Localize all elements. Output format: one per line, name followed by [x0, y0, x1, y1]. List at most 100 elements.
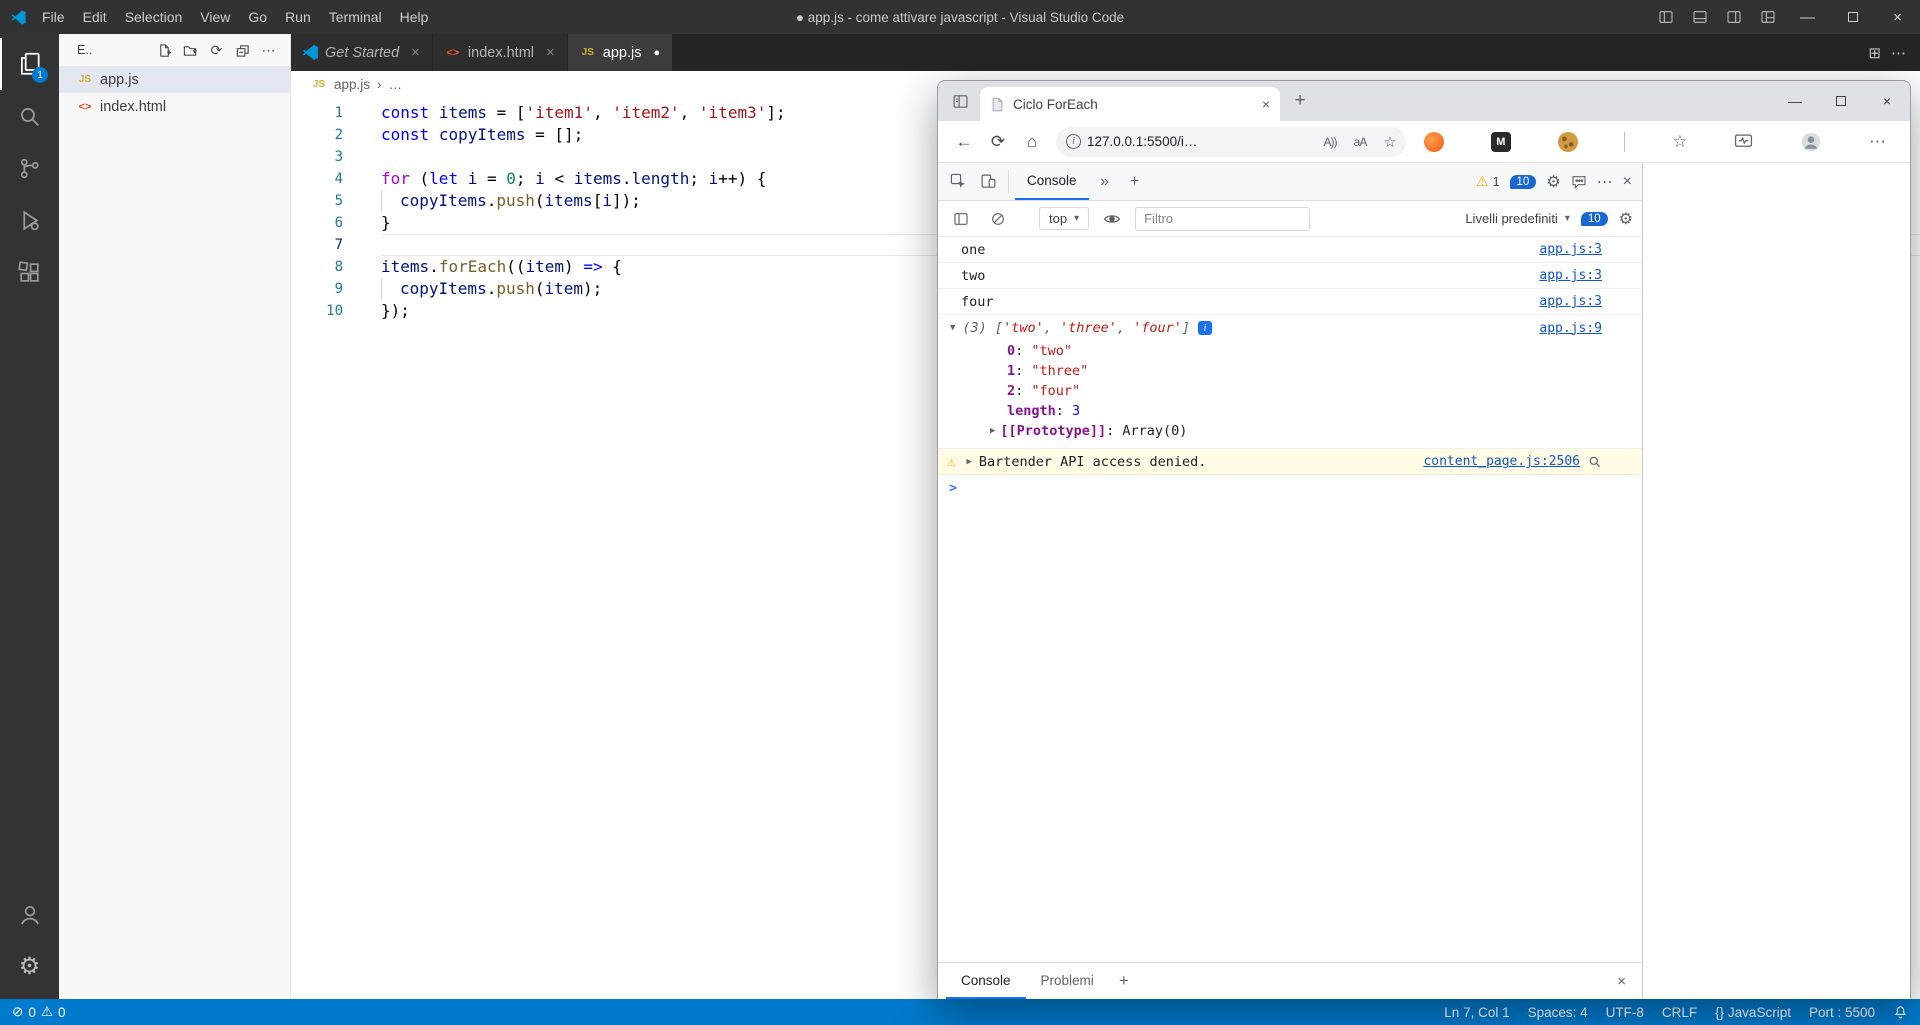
add-panel-icon[interactable]: + [1121, 168, 1149, 196]
new-file-button[interactable] [153, 39, 176, 62]
new-folder-button[interactable] [179, 39, 202, 62]
browser-minimize-button[interactable]: — [1772, 81, 1818, 121]
editor-more-actions-icon[interactable]: ⋯ [1891, 44, 1906, 62]
editor-tab-index.html[interactable]: <>index.html× [433, 34, 568, 71]
issues-counter[interactable]: ⚠1 [1476, 173, 1500, 190]
browser-settings-more-icon[interactable]: ⋯ [1869, 132, 1886, 152]
menu-run[interactable]: Run [276, 0, 320, 34]
breadcrumb-symbol[interactable]: … [389, 77, 403, 92]
browser-essentials-icon[interactable] [1734, 132, 1753, 151]
home-icon[interactable]: ⌂ [1016, 126, 1048, 158]
close-button[interactable]: × [1875, 0, 1920, 34]
close-tab-icon[interactable]: × [546, 44, 555, 61]
close-tab-icon[interactable]: × [411, 44, 420, 61]
webpage-viewport[interactable] [1643, 163, 1910, 999]
new-tab-button[interactable]: + [1286, 87, 1314, 115]
site-info-icon[interactable]: i [1066, 134, 1081, 149]
status-item[interactable]: {} JavaScript [1715, 1005, 1791, 1020]
status-item[interactable]: UTF-8 [1606, 1005, 1644, 1020]
console-filter-input[interactable] [1135, 207, 1310, 231]
sidebar-item-extensions[interactable] [0, 246, 59, 298]
file-index.html[interactable]: <>index.html [59, 93, 290, 120]
console-output[interactable]: oneapp.js:3twoapp.js:3fourapp.js:3▼(3) [… [938, 237, 1642, 962]
source-link[interactable]: app.js:3 [1527, 242, 1602, 257]
sidebar-item-source-control[interactable] [0, 142, 59, 194]
profile-avatar[interactable] [1800, 131, 1822, 153]
minimize-button[interactable]: — [1785, 0, 1830, 34]
extension-icon[interactable] [1424, 132, 1444, 152]
account-button[interactable] [0, 889, 59, 941]
sidebar-item-run-debug[interactable] [0, 194, 59, 246]
more-panels-icon[interactable]: » [1091, 168, 1119, 196]
editor-tab-app.js[interactable]: JSapp.js● [568, 34, 673, 71]
log-levels-selector[interactable]: Livelli predefiniti ▾ [1465, 211, 1570, 226]
devtools-close-icon[interactable]: × [1623, 173, 1632, 191]
source-link[interactable]: app.js:3 [1527, 294, 1602, 309]
expand-icon[interactable]: ▶ [990, 421, 995, 441]
console-settings-gear-icon[interactable]: ⚙ [1619, 209, 1633, 229]
console-messages-badge[interactable]: 10 [1510, 175, 1537, 189]
menu-terminal[interactable]: Terminal [320, 0, 391, 34]
back-icon[interactable]: ← [948, 126, 980, 158]
toggle-sidebar-button[interactable] [1649, 0, 1683, 34]
status-item[interactable]: Spaces: 4 [1528, 1005, 1588, 1020]
console-prompt[interactable]: > [938, 475, 1642, 501]
magnifier-icon[interactable] [1588, 455, 1602, 469]
settings-button[interactable]: ⚙ [0, 941, 59, 993]
clear-console-icon[interactable] [984, 205, 1012, 233]
menu-selection[interactable]: Selection [116, 0, 192, 34]
favorites-icon[interactable]: ☆ [1672, 132, 1687, 152]
console-sidebar-icon[interactable] [947, 205, 975, 233]
inspect-element-icon[interactable] [944, 168, 972, 196]
menu-help[interactable]: Help [391, 0, 438, 34]
expand-icon[interactable]: ▶ [966, 457, 971, 467]
toggle-secondary-sidebar-button[interactable] [1717, 0, 1751, 34]
close-tab-icon[interactable]: × [1262, 96, 1270, 112]
devtools-more-icon[interactable]: ⋯ [1597, 172, 1613, 192]
source-link[interactable]: app.js:3 [1527, 268, 1602, 283]
drawer-add-tab-icon[interactable]: + [1109, 963, 1139, 999]
read-aloud-icon[interactable]: A)) [1318, 130, 1342, 154]
collapse-folders-button[interactable] [231, 39, 254, 62]
feedback-icon[interactable] [1571, 174, 1587, 190]
status-item[interactable]: Port : 5500 [1809, 1005, 1875, 1020]
cookie-extension-icon[interactable] [1558, 132, 1578, 152]
browser-maximize-button[interactable] [1818, 81, 1864, 121]
status-item[interactable]: Ln 7, Col 1 [1444, 1005, 1509, 1020]
eye-icon[interactable] [1098, 205, 1126, 233]
menu-edit[interactable]: Edit [74, 0, 116, 34]
more-actions-icon[interactable]: ⋯ [257, 39, 280, 62]
devtools-settings-gear-icon[interactable]: ⚙ [1546, 172, 1560, 192]
device-toolbar-icon[interactable] [974, 168, 1002, 196]
refresh-explorer-button[interactable]: ⟳ [205, 39, 228, 62]
source-link[interactable]: content_page.js:2506 [1411, 454, 1602, 469]
add-favorite-star-icon[interactable]: ☆ [1378, 130, 1402, 154]
menu-view[interactable]: View [191, 0, 239, 34]
sidebar-item-explorer[interactable]: 1 [0, 38, 59, 90]
editor-tab-get-started[interactable]: Get Started× [291, 34, 433, 71]
notifications-bell-icon[interactable] [1893, 1005, 1908, 1020]
drawer-tab-console[interactable]: Console [946, 963, 1026, 999]
devtools-tab-console[interactable]: Console [1015, 163, 1089, 200]
breadcrumb-file[interactable]: app.js [334, 77, 370, 92]
browser-close-button[interactable]: × [1864, 81, 1910, 121]
sidebar-item-search[interactable] [0, 90, 59, 142]
collapse-icon[interactable]: ▼ [950, 323, 955, 333]
source-link[interactable]: app.js:9 [1527, 321, 1602, 336]
toggle-panel-button[interactable] [1683, 0, 1717, 34]
status-item[interactable]: CRLF [1662, 1005, 1697, 1020]
url-text[interactable]: 127.0.0.1:5500/i… [1087, 134, 1312, 149]
customize-layout-button[interactable] [1751, 0, 1785, 34]
address-bar[interactable]: i 127.0.0.1:5500/i… A)) aA ☆ [1056, 127, 1406, 157]
split-editor-icon[interactable]: ⊞ [1868, 44, 1881, 62]
menu-go[interactable]: Go [239, 0, 276, 34]
problems-indicator[interactable]: ⊘ 0 ⚠ 0 [12, 1004, 65, 1020]
browser-tab[interactable]: Ciclo ForEach × [980, 87, 1280, 121]
vertical-tabs-icon[interactable] [946, 87, 974, 115]
extension-m-icon[interactable]: M [1491, 132, 1511, 152]
translate-icon[interactable]: aA [1348, 130, 1372, 154]
maximize-button[interactable] [1830, 0, 1875, 34]
context-selector[interactable]: top ▾ [1039, 207, 1089, 230]
menu-file[interactable]: File [33, 0, 74, 34]
file-app.js[interactable]: JSapp.js [59, 66, 290, 93]
